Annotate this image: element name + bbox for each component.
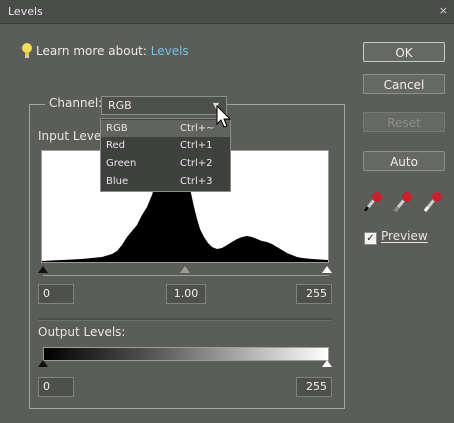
close-icon[interactable]: × (439, 4, 448, 17)
black-eyedropper-icon[interactable] (363, 192, 382, 212)
channel-option-name: Green (106, 158, 137, 169)
channel-dropdown-menu: RGB Ctrl+~ Red Ctrl+1 Green Ctrl+2 Blue … (100, 118, 231, 192)
preview-check-icon[interactable]: ✓ (364, 232, 377, 245)
channel-option-red[interactable]: Red Ctrl+1 (101, 137, 230, 154)
learn-more-link[interactable]: Levels (151, 44, 189, 58)
preview-checkbox[interactable]: ✓ Preview (364, 229, 428, 245)
channel-option-name: Red (106, 140, 125, 151)
window-title: Levels (8, 5, 43, 18)
preview-label: Preview (381, 229, 428, 243)
divider (38, 318, 332, 321)
channel-option-shortcut: Ctrl+2 (180, 158, 213, 169)
white-eyedropper-icon[interactable] (423, 192, 442, 212)
output-gradient-bar (43, 347, 329, 361)
lightbulb-icon (22, 43, 32, 58)
channel-option-name: RGB (106, 123, 128, 134)
output-white-field[interactable]: 255 (296, 377, 332, 397)
channel-label: Channel: (45, 96, 107, 110)
output-black-field[interactable]: 0 (38, 377, 74, 397)
channel-select[interactable]: RGB ▼ (101, 96, 227, 115)
input-black-field[interactable]: 0 (38, 284, 74, 304)
gray-eyedropper-icon[interactable] (393, 192, 412, 212)
input-white-slider[interactable] (322, 266, 332, 273)
channel-option-shortcut: Ctrl+1 (180, 140, 213, 151)
channel-option-blue[interactable]: Blue Ctrl+3 (101, 173, 230, 190)
eyedropper-group (362, 189, 448, 215)
output-levels-label: Output Levels: (38, 325, 126, 339)
auto-button[interactable]: Auto (363, 151, 445, 171)
input-black-slider[interactable] (38, 266, 48, 273)
input-levels-track (43, 275, 329, 276)
output-white-slider[interactable] (322, 360, 332, 367)
input-levels-label: Input Leve (38, 129, 102, 143)
input-gamma-field[interactable]: 1.00 (166, 284, 206, 304)
channel-selected-value: RGB (108, 99, 132, 112)
title-bar: Levels × (0, 0, 454, 24)
input-gamma-slider[interactable] (180, 266, 190, 273)
learn-more-prefix: Learn more about: (36, 44, 147, 58)
reset-button[interactable]: Reset (363, 112, 445, 132)
channel-option-shortcut: Ctrl+3 (180, 176, 213, 187)
output-black-slider[interactable] (38, 360, 48, 367)
ok-button[interactable]: OK (363, 42, 445, 62)
channel-option-rgb[interactable]: RGB Ctrl+~ (101, 120, 230, 137)
input-white-field[interactable]: 255 (296, 284, 332, 304)
mouse-cursor-icon (216, 105, 232, 128)
cancel-button[interactable]: Cancel (363, 74, 445, 94)
channel-option-name: Blue (106, 176, 129, 187)
learn-more: Learn more about: Levels (36, 44, 189, 58)
channel-option-shortcut: Ctrl+~ (180, 123, 215, 134)
channel-option-green[interactable]: Green Ctrl+2 (101, 155, 230, 172)
